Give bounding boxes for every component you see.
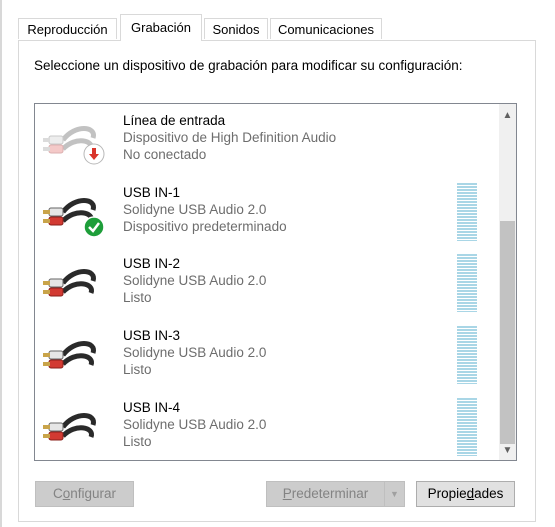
device-status: Listo xyxy=(123,434,152,449)
level-meter xyxy=(457,398,477,456)
device-driver: Solidyne USB Audio 2.0 xyxy=(123,417,267,432)
device-name: USB IN-2 xyxy=(123,256,181,271)
tab-sonidos[interactable]: Sonidos xyxy=(204,18,268,39)
list-item[interactable]: USB IN-2 Solidyne USB Audio 2.0 Listo xyxy=(35,249,495,319)
chevron-down-icon[interactable]: ▼ xyxy=(384,481,405,507)
tab-grabacion[interactable]: Grabación xyxy=(120,14,202,41)
instructions-text: Seleccione un dispositivo de grabación p… xyxy=(34,58,463,73)
configure-button[interactable]: Configurar xyxy=(35,481,134,507)
device-driver: Solidyne USB Audio 2.0 xyxy=(123,345,267,360)
list-item[interactable]: USB IN-4 Solidyne USB Audio 2.0 Listo xyxy=(35,393,495,460)
configure-label-pre: C xyxy=(52,486,63,501)
device-status: No conectado xyxy=(123,147,207,162)
set-default-label-post: redeterminar xyxy=(291,486,369,501)
set-default-button[interactable]: Predeterminar xyxy=(266,481,385,507)
device-status: Listo xyxy=(123,362,152,377)
properties-label-access: d xyxy=(466,486,475,501)
device-name: USB IN-3 xyxy=(123,328,181,343)
level-meter xyxy=(457,326,477,384)
tab-comunicaciones[interactable]: Comunicaciones xyxy=(270,18,382,39)
scrollbar-thumb[interactable] xyxy=(500,221,515,444)
device-list[interactable]: Línea de entrada Dispositivo de High Def… xyxy=(34,103,517,461)
scroll-up-icon[interactable]: ▲ xyxy=(499,107,516,124)
window-edge xyxy=(0,0,2,527)
device-name: Línea de entrada xyxy=(123,113,226,128)
configure-label-post: nfigurar xyxy=(70,486,117,501)
audio-cable-icon xyxy=(43,413,96,441)
properties-button[interactable]: Propiedades xyxy=(416,481,515,507)
properties-label-pre: Propie xyxy=(427,486,467,501)
tab-reproduccion[interactable]: Reproducción xyxy=(18,18,117,39)
level-meter xyxy=(457,183,477,241)
device-status: Dispositivo predeterminado xyxy=(123,219,287,234)
red-down-arrow-icon xyxy=(83,143,105,165)
device-driver: Dispositivo de High Definition Audio xyxy=(123,130,337,145)
device-driver: Solidyne USB Audio 2.0 xyxy=(123,202,267,217)
device-status: Listo xyxy=(123,290,152,305)
vertical-scrollbar[interactable]: ▲ ▼ xyxy=(499,104,516,460)
list-item[interactable]: USB IN-3 Solidyne USB Audio 2.0 Listo xyxy=(35,321,495,391)
audio-cable-icon xyxy=(43,269,96,297)
scroll-down-icon[interactable]: ▼ xyxy=(499,442,516,459)
device-name: USB IN-1 xyxy=(123,185,181,200)
device-driver: Solidyne USB Audio 2.0 xyxy=(123,273,267,288)
list-item[interactable]: USB IN-1 Solidyne USB Audio 2.0 Disposit… xyxy=(35,178,495,248)
green-check-icon xyxy=(83,216,105,238)
set-default-label-access: P xyxy=(282,486,292,501)
properties-label-post: ades xyxy=(474,486,504,501)
level-meter xyxy=(457,254,477,312)
audio-cable-icon xyxy=(43,341,96,369)
device-name: USB IN-4 xyxy=(123,400,181,415)
list-item[interactable]: Línea de entrada Dispositivo de High Def… xyxy=(35,106,495,176)
